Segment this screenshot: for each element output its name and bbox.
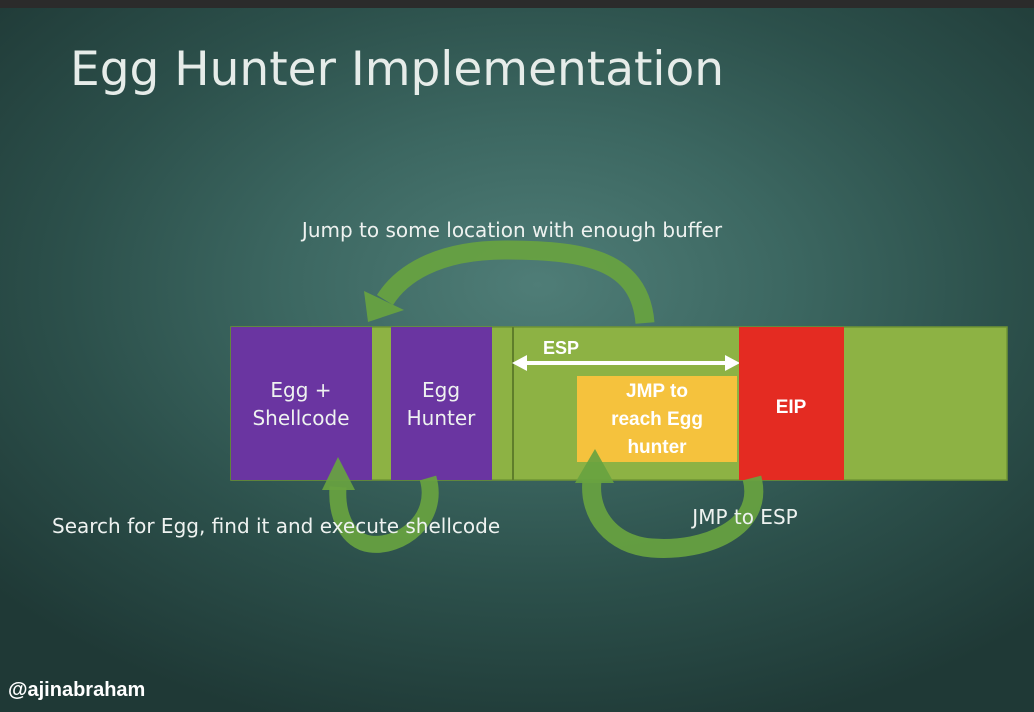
- jump-annotation: Jump to some location with enough buffer: [300, 218, 723, 242]
- esp-label: ESP: [543, 338, 579, 358]
- search-annotation: Search for Egg, find it and execute shel…: [52, 514, 500, 538]
- eip-label: EIP: [776, 397, 807, 418]
- egg-hunter-block: [391, 327, 492, 480]
- egg-shellcode-label-line1: Egg +: [270, 378, 331, 402]
- egg-shellcode-label-line2: Shellcode: [252, 406, 349, 430]
- jmp-block-line2: reach Egg: [611, 409, 703, 430]
- author-watermark: @ajinabraham: [8, 679, 146, 701]
- egg-shellcode-block: [231, 327, 372, 480]
- jmp-esp-annotation: JMP to ESP: [690, 505, 797, 529]
- slide: Egg Hunter Implementation Jump to some l…: [0, 0, 1034, 712]
- jump-arrow-body: [376, 240, 655, 325]
- jmp-block-line1: JMP to: [626, 381, 688, 402]
- egg-hunter-label-line1: Egg: [422, 378, 460, 402]
- egg-hunter-label-line2: Hunter: [407, 406, 477, 430]
- jmp-block-line3: hunter: [627, 437, 687, 458]
- egg-hunter-diagram: Jump to some location with enough buffer…: [52, 218, 1008, 558]
